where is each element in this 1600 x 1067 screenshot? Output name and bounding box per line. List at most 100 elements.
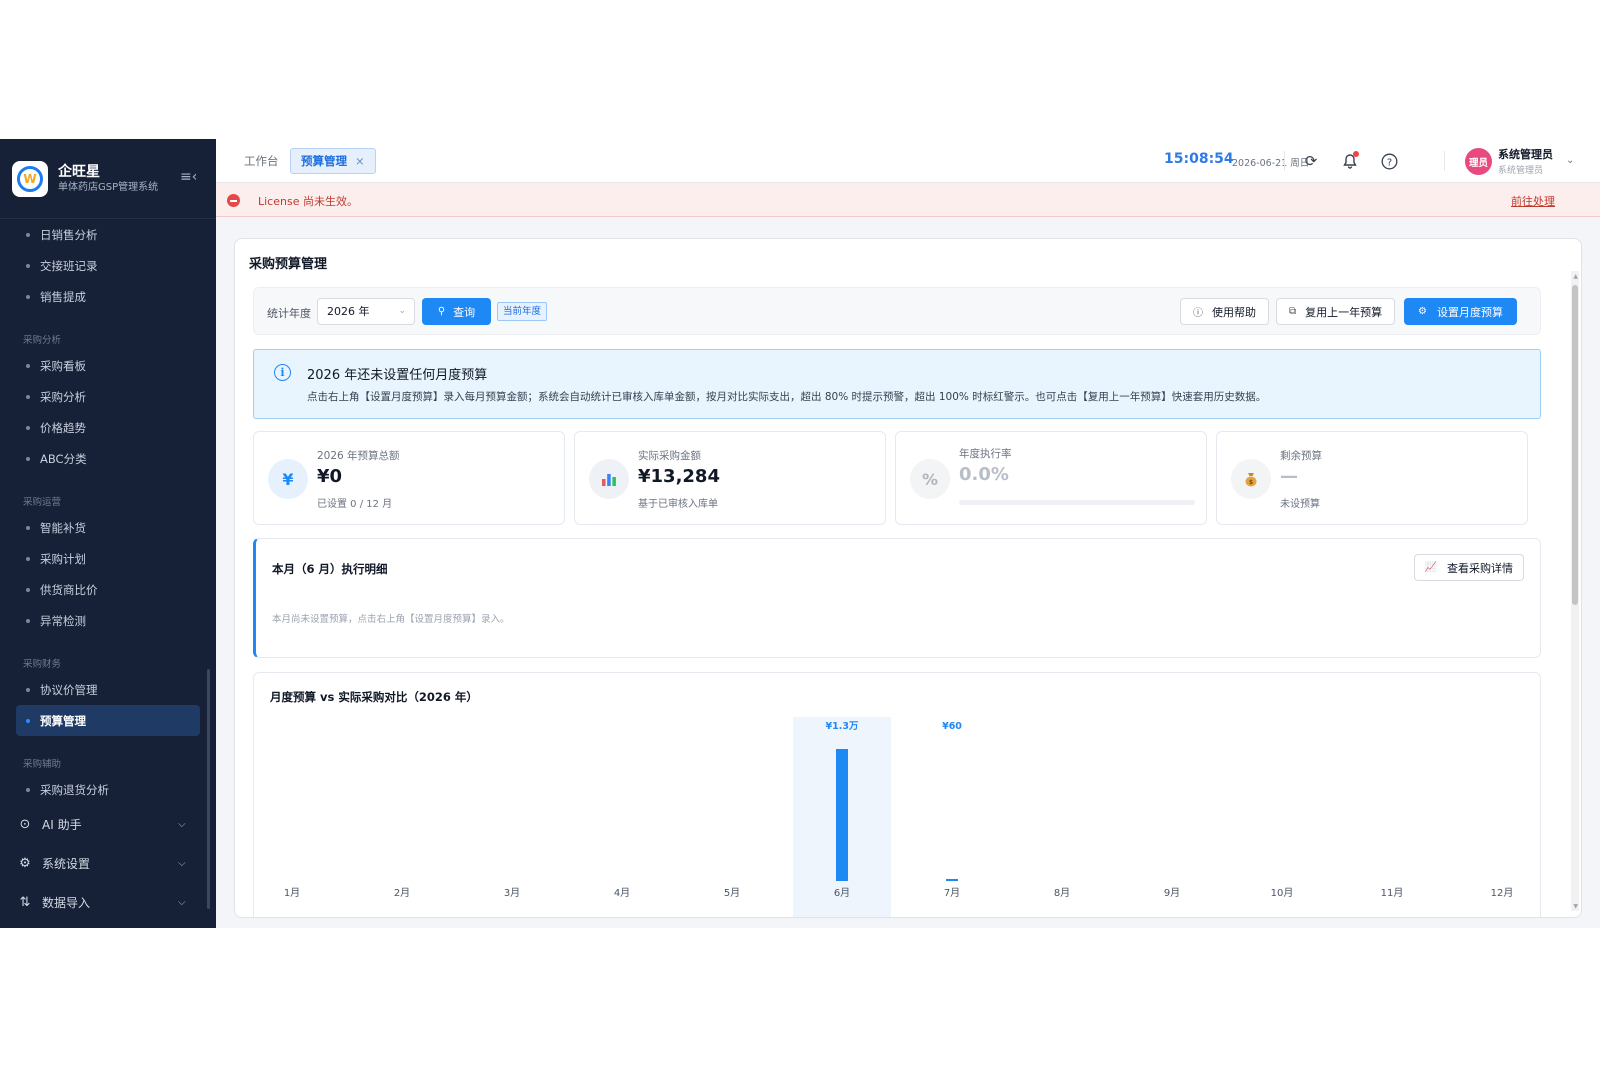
query-button-label: 查询 <box>453 305 476 319</box>
user-name[interactable]: 系统管理员 <box>1498 146 1553 162</box>
sidebar-item[interactable]: ABC分类 <box>0 443 216 474</box>
bullet-icon <box>26 263 30 268</box>
license-action-link[interactable]: 前往处理 <box>1511 193 1555 209</box>
chevron-down-icon[interactable]: ⌄ <box>1566 155 1574 166</box>
sidebar-item-label: 预算管理 <box>40 713 86 728</box>
tab-budget-management[interactable]: 预算管理 × <box>290 148 376 174</box>
info-text: 点击右上角【设置月度预算】录入每月预算金额；系统会自动统计已审核入库单金额，按月… <box>307 391 1267 403</box>
bullet-icon <box>26 556 30 561</box>
info-icon: i <box>274 364 291 381</box>
sidebar-item-label: 价格趋势 <box>40 420 86 435</box>
bullet-icon <box>26 718 30 723</box>
sidebar-item[interactable]: 交接班记录 <box>0 250 216 281</box>
brand-name: 企旺星 <box>58 163 100 180</box>
sidebar-item[interactable]: 采购计划 <box>0 543 216 574</box>
data-label: ¥1.3万 <box>826 721 859 732</box>
info-alert: i 2026 年还未设置任何月度预算 点击右上角【设置月度预算】录入每月预算金额… <box>253 349 1541 419</box>
x-tick-label: 3月 <box>504 887 520 899</box>
stat-label: 实际采购金额 <box>638 450 701 462</box>
tab-label: 预算管理 <box>301 154 347 168</box>
current-year-tag[interactable]: 当前年度 <box>497 302 548 321</box>
year-select[interactable]: 2026 年 ⌄ <box>317 298 415 325</box>
set-button-label: 设置月度预算 <box>1436 305 1503 319</box>
bullet-icon <box>26 425 30 430</box>
x-tick-label: 11月 <box>1381 887 1404 899</box>
bullet-icon <box>26 787 30 792</box>
view-purchase-details-button[interactable]: 📈 查看采购详情 <box>1413 554 1524 581</box>
query-button[interactable]: ⚲ 查询 <box>422 298 491 325</box>
svg-text:?: ? <box>1386 157 1391 168</box>
robot-icon: ⊙ <box>19 817 31 832</box>
license-text: License 尚未生效。 <box>258 195 358 208</box>
sidebar-item-label: 供货商比价 <box>40 582 98 597</box>
sidebar-item[interactable]: 采购看板 <box>0 350 216 381</box>
import-icon: ⇅ <box>19 895 31 910</box>
sidebar-scrollbar[interactable] <box>207 669 210 909</box>
month-detail-card: 本月（6 月）执行明细 本月尚未设置预算，点击右上角【设置月度预算】录入。 📈 … <box>253 538 1541 658</box>
clock-date: 2026-06-21 周日 <box>1232 158 1310 169</box>
x-tick-label: 9月 <box>1164 887 1180 899</box>
stat-value: ¥0 <box>317 466 343 487</box>
sidebar-item-label: ABC分类 <box>40 451 87 466</box>
search-icon: ⚲ <box>437 306 446 317</box>
refresh-icon[interactable]: ⟳ <box>1299 149 1323 173</box>
sidebar-item-label: 采购分析 <box>40 389 86 404</box>
bullet-icon <box>26 294 30 299</box>
svg-text:$: $ <box>1249 479 1253 486</box>
bullet-icon <box>26 232 30 237</box>
notification-dot <box>1353 151 1359 157</box>
sidebar-item[interactable]: 日销售分析 <box>0 219 216 250</box>
bar-7月[interactable] <box>946 879 958 881</box>
bullet-icon <box>26 618 30 623</box>
stat-sub: 已设置 0 / 12 月 <box>317 499 393 510</box>
sidebar-item[interactable]: 采购分析 <box>0 381 216 412</box>
view-details-label: 查看采购详情 <box>1447 561 1513 575</box>
chart-icon: 📈 <box>1424 562 1437 573</box>
sidebar-top-item[interactable]: ⚙ 系统设置 ⌵ <box>0 844 216 883</box>
settings-icon: ⚙ <box>1418 306 1427 317</box>
bell-icon[interactable] <box>1338 149 1362 173</box>
scroll-down-icon[interactable]: ▼ <box>1573 903 1578 910</box>
bullet-icon <box>26 587 30 592</box>
stat-card-budget-total: ¥ 2026 年预算总额 ¥0 已设置 0 / 12 月 <box>253 431 565 525</box>
stat-sub: 基于已审核入库单 <box>638 499 718 510</box>
avatar[interactable]: 理员 <box>1465 148 1492 175</box>
help-button-label: 使用帮助 <box>1212 305 1256 319</box>
x-tick-label: 6月 <box>834 887 850 899</box>
sidebar-item-label: 交接班记录 <box>40 258 98 273</box>
bullet-icon <box>26 363 30 368</box>
copy-last-year-button[interactable]: ⧉ 复用上一年预算 <box>1276 298 1396 325</box>
help-button[interactable]: ⓘ 使用帮助 <box>1180 298 1269 325</box>
brand: W 企旺星 单体药店GSP管理系统 ≡‹ <box>0 139 216 219</box>
monthly-comparison-chart: 月度预算 vs 实际采购对比（2026 年） 1月 2月 3月 4月 5月 ¥1.3万 6月… <box>253 672 1541 917</box>
gear-icon: ⚙ <box>19 856 31 871</box>
scroll-up-icon[interactable]: ▲ <box>1573 273 1578 280</box>
sidebar-item-label: 异常检测 <box>40 613 86 628</box>
sidebar-item[interactable]: 预算管理 <box>16 705 200 736</box>
sidebar-item[interactable]: 采购退货分析 <box>0 774 216 805</box>
filter-bar: 统计年度 2026 年 ⌄ ⚲ 查询 当前年度 ⓘ 使用帮助 ⧉ 复用上一年预算… <box>253 287 1541 335</box>
sidebar-item[interactable]: 销售提成 <box>0 281 216 312</box>
sidebar-item[interactable]: 协议价管理 <box>0 674 216 705</box>
yen-icon: ¥ <box>268 459 308 499</box>
collapse-menu-icon[interactable]: ≡‹ <box>180 169 197 185</box>
help-icon[interactable]: ? <box>1377 149 1401 173</box>
sidebar-item[interactable]: 价格趋势 <box>0 412 216 443</box>
sidebar-item-label: 采购计划 <box>40 551 86 566</box>
close-icon[interactable]: × <box>355 154 365 168</box>
tab-workbench[interactable]: 工作台 <box>244 153 279 169</box>
sidebar-item[interactable]: 智能补货 <box>0 512 216 543</box>
chart-svg: 1月 2月 3月 4月 5月 ¥1.3万 6月 ¥60 7月 8月 9月 10月 11月 12月 <box>284 717 1513 917</box>
copy-icon: ⧉ <box>1289 306 1297 317</box>
sidebar-item[interactable]: 异常检测 <box>0 605 216 636</box>
sidebar-item[interactable]: 供货商比价 <box>0 574 216 605</box>
stat-label: 2026 年预算总额 <box>317 450 400 462</box>
bar-6月[interactable] <box>836 749 848 881</box>
month-detail-title: 本月（6 月）执行明细 <box>272 562 388 576</box>
info-title: 2026 年还未设置任何月度预算 <box>307 368 488 383</box>
sidebar-top-item[interactable]: ⊙ AI 助手 ⌵ <box>0 805 216 844</box>
sidebar-top-item[interactable]: ⇅ 数据导入 ⌵ <box>0 883 216 922</box>
set-monthly-budget-button[interactable]: ⚙ 设置月度预算 <box>1404 298 1517 325</box>
main-scrollbar-thumb[interactable] <box>1572 285 1578 605</box>
sidebar-group-label: 采购运营 <box>23 497 62 508</box>
